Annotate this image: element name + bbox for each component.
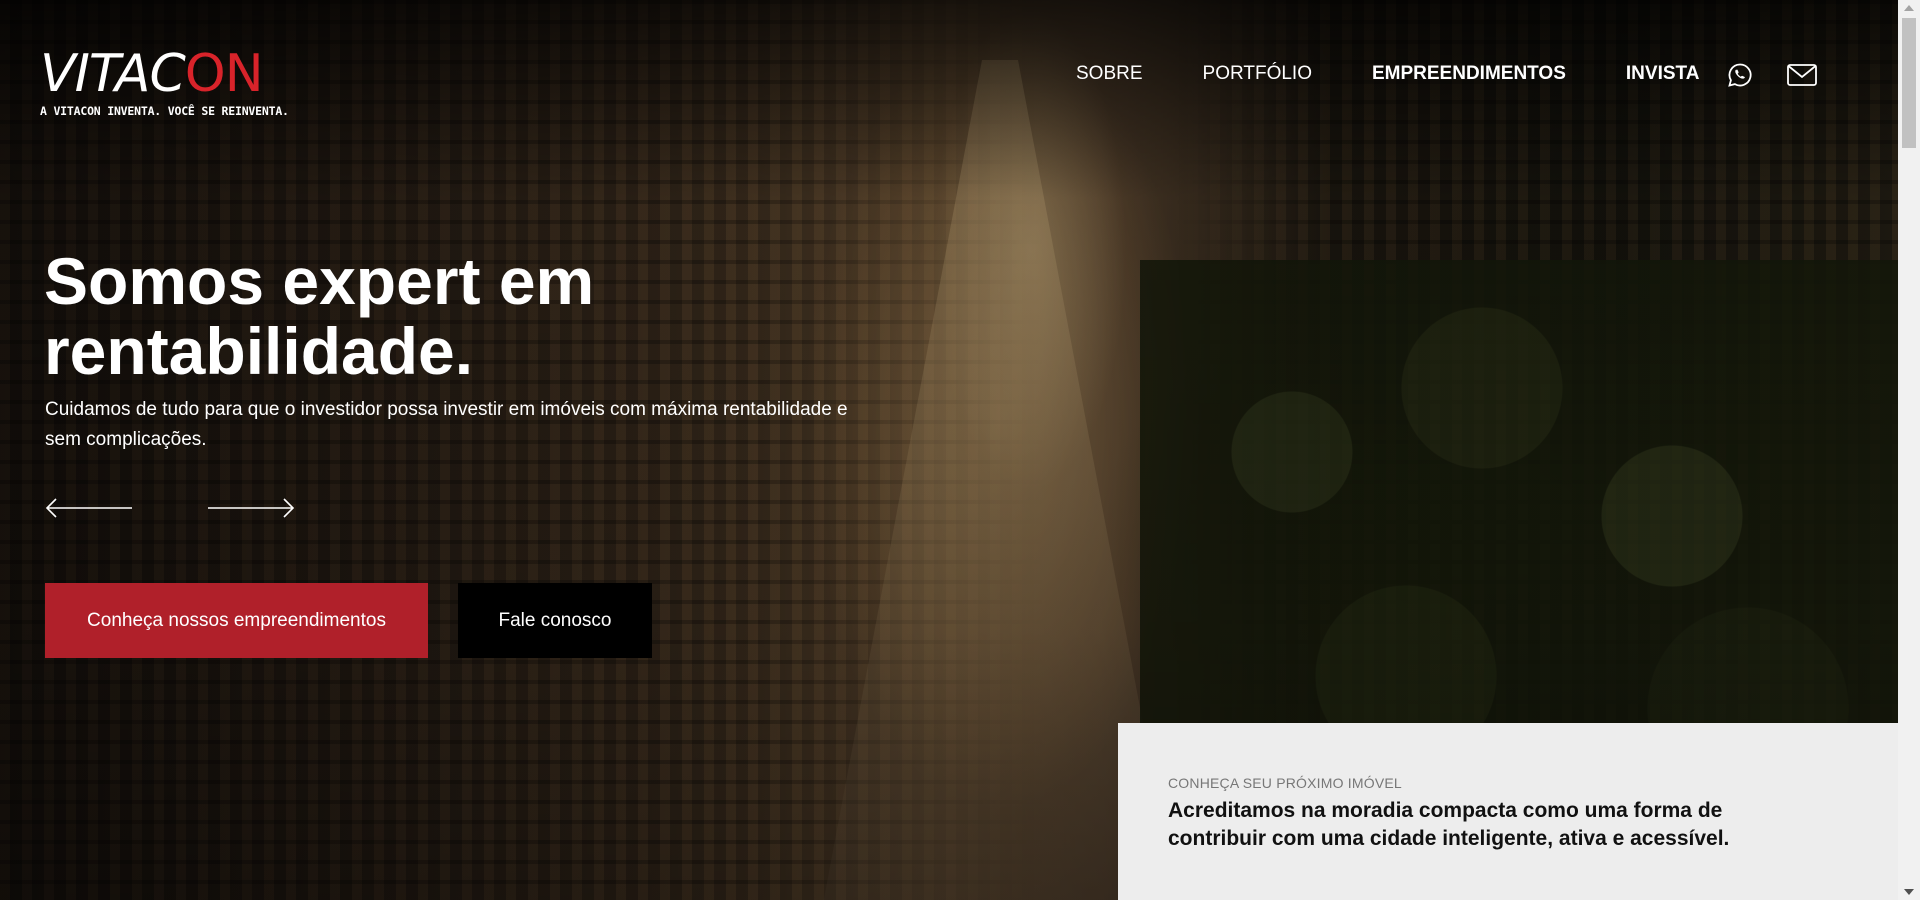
nav-item-empreendimentos[interactable]: EMPREENDIMENTOS [1372,63,1566,85]
whatsapp-icon[interactable] [1727,62,1753,93]
logo-accent: ON [184,44,264,104]
cta-fale-conosco-button[interactable]: Fale conosco [458,583,652,658]
hero-subtext: Cuidamos de tudo para que o investidor p… [45,399,848,450]
mail-icon[interactable] [1787,64,1817,91]
scroll-up-arrow-icon[interactable] [1904,5,1914,11]
nav-item-portfolio[interactable]: PORTFÓLIO [1203,63,1312,85]
logo-tagline: A VITACON INVENTA. VOCÊ SE REINVENTA. [40,104,289,118]
scroll-thumb[interactable] [1902,18,1916,148]
cta-empreendimentos-button[interactable]: Conheça nossos empreendimentos [45,583,428,658]
info-card-text: Acreditamos na moradia compacta como uma… [1168,799,1730,850]
nav-item-sobre[interactable]: SOBRE [1076,63,1143,85]
next-arrow-icon[interactable] [206,496,296,520]
info-card-eyebrow: CONHEÇA SEU PRÓXIMO IMÓVEL [1168,775,1402,791]
nav-item-invista[interactable]: INVISTA [1626,63,1700,85]
logo-main: VITAC [40,44,186,104]
info-card: CONHEÇA SEU PRÓXIMO IMÓVEL Acreditamos n… [1118,723,1898,900]
hero-headline: Somos expert em rentabilidade. [44,244,595,388]
page-scrollbar[interactable] [1898,0,1920,900]
scroll-down-arrow-icon[interactable] [1904,889,1914,895]
prev-arrow-icon[interactable] [44,496,134,520]
brand-logo[interactable]: VITACON A VITACON INVENTA. VOCÊ SE REINV… [40,48,289,118]
main-nav: SOBRE PORTFÓLIO EMPREENDIMENTOS INVISTA [1076,63,1759,85]
logo-wordmark: VITACON [40,48,289,100]
